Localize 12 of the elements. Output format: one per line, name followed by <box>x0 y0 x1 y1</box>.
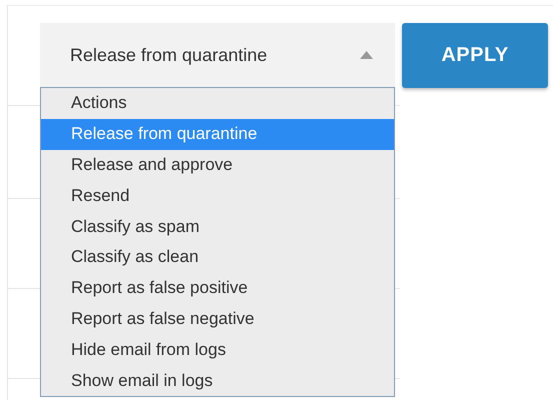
dropdown-option[interactable]: Release and approve <box>41 150 394 180</box>
dropdown-option[interactable]: Show email in logs <box>41 365 394 396</box>
dropdown-option[interactable]: Actions <box>41 88 394 119</box>
dropdown-option[interactable]: Classify as spam <box>41 211 394 242</box>
apply-button[interactable]: APPLY <box>402 23 548 88</box>
dropdown-option[interactable]: Resend <box>41 180 394 212</box>
caret-icon <box>360 51 373 59</box>
action-select[interactable]: Release from quarantine <box>40 23 395 87</box>
dropdown-option[interactable]: Classify as clean <box>41 242 394 273</box>
dropdown-option[interactable]: Report as false negative <box>41 304 394 334</box>
dropdown-option[interactable]: Report as false positive <box>41 272 394 304</box>
dropdown-option[interactable]: Hide email from logs <box>41 334 394 366</box>
